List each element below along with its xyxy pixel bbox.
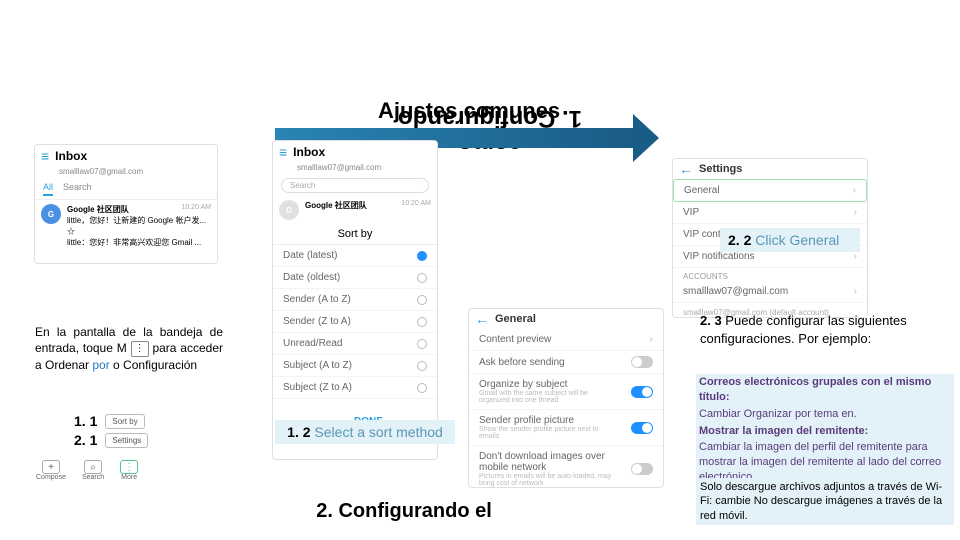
compose-icon[interactable]: +Compose: [36, 460, 66, 481]
callout-2-3-wifi: Solo descargue archivos adjuntos a travé…: [696, 478, 954, 525]
bottom-toolbar: +Compose ⌕Search ⋮More: [36, 460, 138, 481]
sort-option[interactable]: Subject (Z to A): [273, 377, 437, 399]
back-icon[interactable]: ←: [679, 161, 693, 177]
screenshot-general: ←General Content preview›Ask before send…: [468, 308, 664, 488]
settings-item[interactable]: General›: [673, 179, 867, 202]
general-item[interactable]: Don't download images over mobile networ…: [469, 446, 663, 488]
sortby-chip: Sort by: [105, 414, 144, 429]
general-item[interactable]: Content preview›: [469, 329, 663, 351]
account-row[interactable]: smalllaw07@gmail.com›: [673, 281, 867, 303]
general-item[interactable]: Ask before sending: [469, 351, 663, 374]
settings-chip: Settings: [105, 433, 148, 448]
general-item[interactable]: Organize by subjectGmail with the same s…: [469, 374, 663, 410]
step-2-1: 2. 1Settings: [74, 432, 148, 448]
screenshot-sortby: ≡Inbox smalllaw07@gmail.com Search GGoog…: [272, 140, 438, 460]
step-1-1: 1. 1Sort by: [74, 413, 145, 429]
sort-title: Sort by: [273, 224, 437, 245]
mail-row[interactable]: G Google 社区团队10:20 AM little，您好！让新建的 Goo…: [35, 200, 217, 252]
more-icon: ⋮: [131, 341, 149, 357]
page-title: Ajustes comunes: [378, 98, 560, 124]
screenshot-inbox: ≡ Inbox smalllaw07@gmail.com AllSearch G …: [34, 144, 218, 264]
more-icon[interactable]: ⋮More: [120, 460, 138, 481]
general-item[interactable]: Sender profile pictureShow the sender pr…: [469, 410, 663, 446]
sort-option[interactable]: Sender (A to Z): [273, 289, 437, 311]
callout-2-3: 2. 3 Puede configurar las siguientes con…: [700, 312, 950, 348]
inbox-email: smalllaw07@gmail.com: [35, 167, 217, 179]
sort-option[interactable]: Date (latest): [273, 245, 437, 267]
inbox-title: Inbox: [55, 149, 87, 163]
settings-item[interactable]: VIP›: [673, 202, 867, 224]
heading-2: 2. Configurando el: [304, 500, 504, 523]
hamburger-icon[interactable]: ≡: [279, 144, 287, 160]
search-icon[interactable]: ⌕Search: [82, 460, 104, 481]
sort-option[interactable]: Sender (Z to A): [273, 311, 437, 333]
arrow-head-icon: [633, 114, 659, 162]
sort-option[interactable]: Date (oldest): [273, 267, 437, 289]
instruction-1: En la pantalla de la bandeja de entrada,…: [35, 324, 223, 373]
search-input[interactable]: Search: [281, 178, 429, 193]
callout-2-3-examples: Correos electrónicos grupales con el mis…: [696, 374, 954, 486]
sort-option[interactable]: Unread/Read: [273, 333, 437, 355]
callout-1-2: 1. 2 Select a sort method: [275, 420, 455, 444]
callout-2-2: 2. 2 Click General: [720, 228, 860, 252]
avatar: G: [41, 204, 61, 224]
back-icon[interactable]: ←: [475, 311, 489, 327]
hamburger-icon[interactable]: ≡: [41, 148, 49, 164]
sort-option[interactable]: Subject (A to Z): [273, 355, 437, 377]
inbox-tabs[interactable]: AllSearch: [35, 179, 217, 200]
